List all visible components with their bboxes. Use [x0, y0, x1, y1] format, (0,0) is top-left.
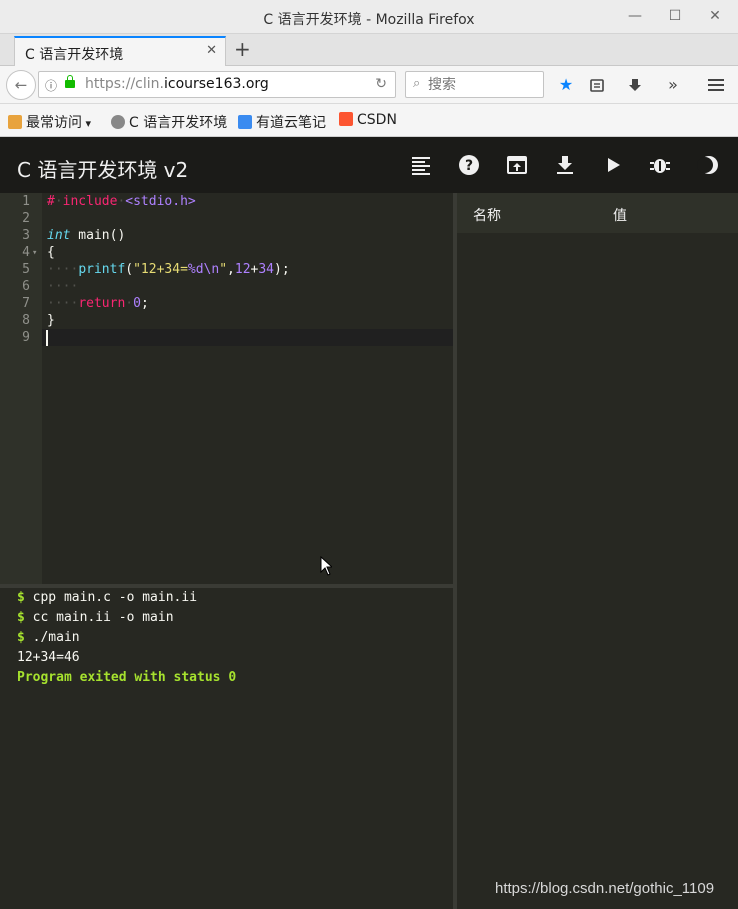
variables-header: 名称 值 [457, 193, 738, 233]
csdn-icon [339, 112, 353, 126]
line-number: 3 [22, 228, 30, 243]
reading-list-icon[interactable] [586, 74, 608, 96]
variables-panel: 名称 值 [457, 193, 738, 909]
mouse-pointer-icon [320, 555, 334, 580]
terminal-line: $ cc main.ii -o main [17, 610, 174, 625]
format-icon[interactable] [409, 153, 433, 177]
folder-icon [8, 115, 22, 129]
search-icon: ⌕ [413, 76, 421, 91]
youdao-note-icon [238, 115, 252, 129]
code-editor[interactable]: 1 2 3 4 ▾ 5 6 7 8 9 #·include·<stdio.h> … [0, 193, 453, 584]
info-icon[interactable]: ⓘ [45, 77, 57, 94]
terminal-output: $ cpp main.c -o main.ii $ cc main.ii -o … [0, 588, 453, 909]
line-number: 9 [22, 330, 30, 345]
globe-icon [111, 115, 125, 129]
code-line: ····printf("12+34=%d\n",12+34); [47, 262, 290, 277]
search-input[interactable] [428, 75, 538, 95]
line-number: 8 [22, 313, 30, 328]
watermark-text: https://blog.csdn.net/gothic_1109 [495, 880, 715, 897]
upload-icon[interactable] [505, 153, 529, 177]
maximize-icon[interactable]: ☐ [665, 6, 685, 26]
help-icon[interactable]: ? [457, 153, 481, 177]
code-line: int main() [47, 228, 126, 243]
line-number: 4 [22, 245, 30, 260]
title-bar: C 语言开发环境 - Mozilla Firefox — ☐ ✕ [0, 0, 738, 34]
line-number: 7 [22, 296, 30, 311]
bookmark-csdn[interactable]: CSDN [339, 112, 397, 128]
close-tab-icon[interactable]: ✕ [206, 43, 217, 58]
bookmark-star-icon[interactable]: ★ [555, 74, 577, 96]
chevron-down-icon: ▾ [82, 117, 92, 130]
browser-window: C 语言开发环境 - Mozilla Firefox — ☐ ✕ C 语言开发环… [0, 0, 738, 909]
active-line-highlight [42, 329, 453, 346]
column-name-header: 名称 [473, 208, 501, 224]
debug-bug-icon[interactable] [648, 153, 672, 177]
nav-bar: ← ⓘ https://clin.icourse163.org ↻ ⌕ ★ » [0, 66, 738, 104]
back-icon[interactable]: ← [6, 70, 36, 100]
new-tab-icon[interactable]: + [234, 37, 251, 61]
reload-icon[interactable]: ↻ [375, 76, 387, 92]
bookmark-c-env[interactable]: C 语言开发环境 [111, 112, 227, 132]
fold-arrow-icon[interactable]: ▾ [32, 248, 37, 258]
tab-label: C 语言开发环境 [25, 47, 124, 63]
app-title: C 语言开发环境 v2 [17, 158, 189, 182]
close-window-icon[interactable]: ✕ [705, 6, 725, 26]
code-line: ···· [47, 279, 79, 294]
browser-tab[interactable]: C 语言开发环境 ✕ [14, 36, 226, 66]
url-bar[interactable]: ⓘ https://clin.icourse163.org ↻ [38, 71, 396, 98]
svg-text:?: ? [465, 158, 473, 174]
url-text[interactable]: https://clin.icourse163.org [85, 76, 269, 92]
download-icon[interactable] [624, 74, 646, 96]
bookmark-most-visited[interactable]: 最常访问 ▾ [8, 112, 91, 132]
code-line: { [47, 245, 55, 260]
search-box[interactable]: ⌕ [405, 71, 544, 98]
app-header: C 语言开发环境 v2 ? [0, 137, 738, 193]
bookmarks-bar: 最常访问 ▾ C 语言开发环境 有道云笔记 CSDN [0, 104, 738, 137]
line-number: 5 [22, 262, 30, 277]
theme-moon-icon[interactable] [697, 153, 721, 177]
tab-strip: C 语言开发环境 ✕ + [0, 34, 738, 66]
column-value-header: 值 [613, 208, 627, 224]
lock-icon [65, 75, 75, 88]
text-cursor [46, 330, 48, 346]
terminal-line: $ cpp main.c -o main.ii [17, 590, 198, 605]
menu-icon[interactable] [705, 74, 727, 96]
run-icon[interactable] [601, 153, 625, 177]
exit-status-message: Program exited with status 0 [17, 670, 237, 685]
terminal-line: $ ./main [17, 630, 80, 645]
code-line: #·include·<stdio.h> [47, 194, 196, 209]
bookmark-youdao[interactable]: 有道云笔记 [238, 112, 326, 132]
code-line: } [47, 313, 55, 328]
line-number: 1 [22, 194, 30, 209]
program-output: 12+34=46 [17, 650, 80, 665]
overflow-chevron-icon[interactable]: » [662, 74, 684, 96]
download-file-icon[interactable] [553, 153, 577, 177]
line-gutter: 1 2 3 4 ▾ 5 6 7 8 9 [0, 193, 42, 584]
code-line: ····return·0; [47, 296, 149, 311]
minimize-icon[interactable]: — [625, 6, 645, 26]
line-number: 6 [22, 279, 30, 294]
line-number: 2 [22, 211, 30, 226]
